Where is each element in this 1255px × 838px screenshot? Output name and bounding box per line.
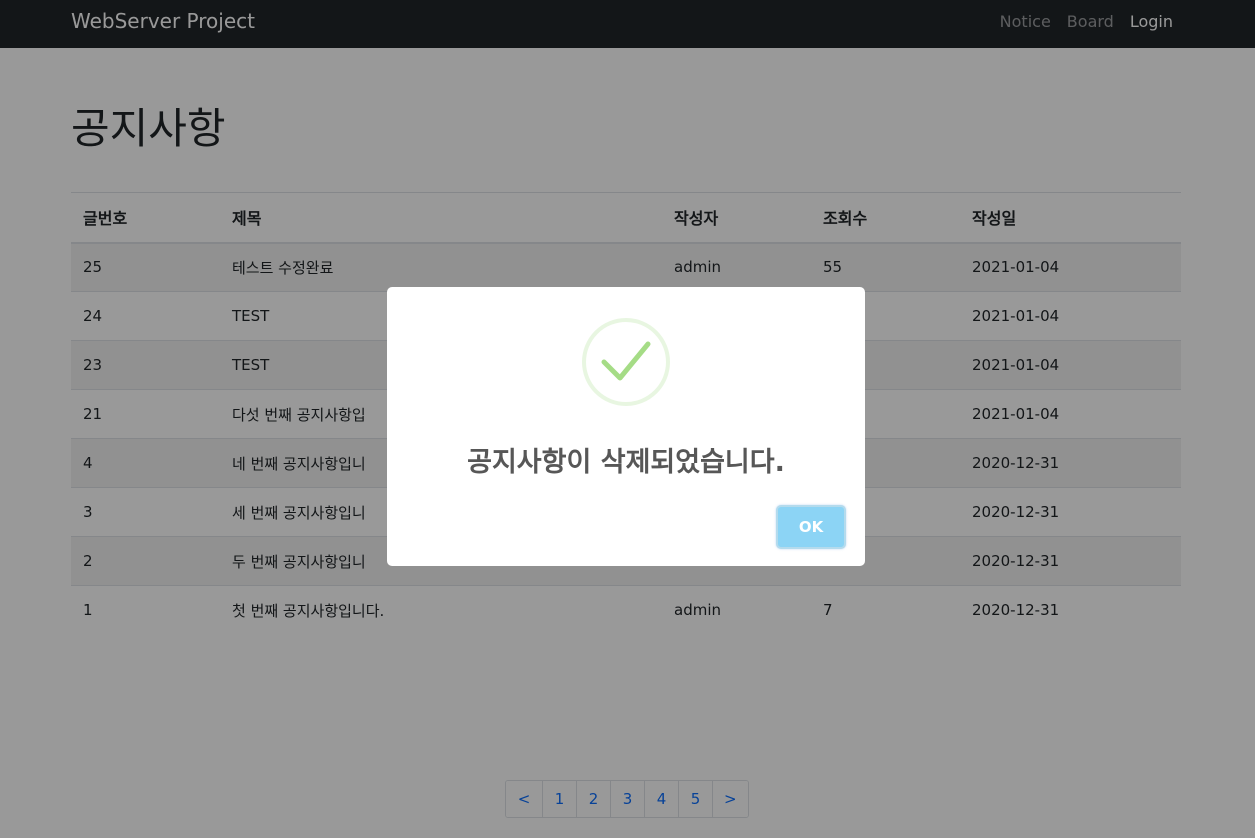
alert-dialog: 공지사항이 삭제되었습니다. OK [387, 287, 865, 566]
ok-button[interactable]: OK [776, 505, 846, 549]
alert-message: 공지사항이 삭제되었습니다. [467, 447, 785, 478]
checkmark-icon [582, 318, 670, 406]
